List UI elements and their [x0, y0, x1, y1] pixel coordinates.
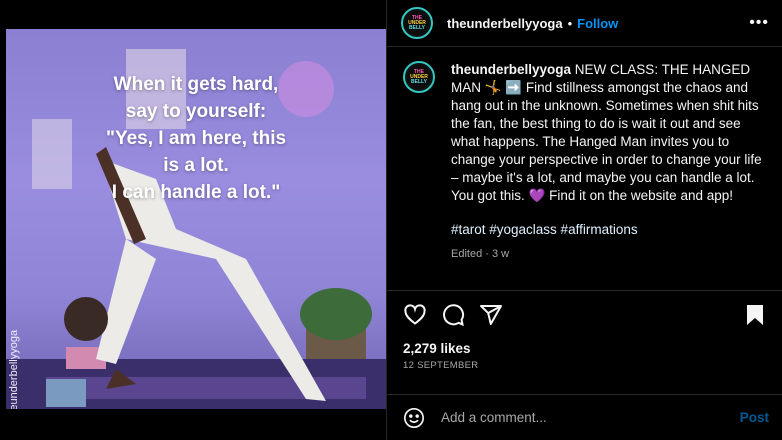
overlay-line: "Yes, I am here, this	[105, 128, 287, 149]
emoji-icon[interactable]	[401, 405, 427, 431]
comment-box: Post	[387, 394, 782, 440]
avatar-logo: THE UNDER BELLY	[407, 65, 431, 89]
avatar-text: BELLY	[409, 24, 425, 31]
caption-row: THE UNDER BELLY theunderbellyyoga NEW CL…	[403, 61, 767, 263]
avatar-text: BELLY	[411, 78, 427, 85]
watermark: @theunderbellyyoga	[8, 329, 20, 409]
post-media: When it gets hard, say to yourself: "Yes…	[0, 0, 386, 440]
caption-edited-time: Edited · 3 w	[451, 248, 510, 260]
overlay-line: say to yourself:	[125, 101, 267, 122]
comment-icon[interactable]	[439, 301, 467, 329]
more-icon[interactable]: •••	[749, 14, 769, 32]
caption-hashtags[interactable]: #tarot #yogaclass #affirmations	[451, 221, 763, 239]
caption-body: NEW CLASS: THE HANGED MAN 🤸 ➡️ Find stil…	[451, 62, 762, 203]
post-comment-button[interactable]: Post	[740, 410, 769, 425]
follow-button[interactable]: Follow	[577, 16, 618, 31]
post-header: THE UNDER BELLY theunderbellyyoga • Foll…	[387, 0, 782, 47]
caption-area: THE UNDER BELLY theunderbellyyoga NEW CL…	[387, 47, 782, 291]
overlay-quote: When it gets hard, say to yourself: "Yes…	[6, 71, 386, 206]
like-count[interactable]: 2,279 likes	[387, 341, 782, 356]
caption-text: theunderbellyyoga NEW CLASS: THE HANGED …	[451, 61, 763, 263]
separator-dot: •	[567, 15, 573, 31]
overlay-line: I can handle a lot."	[111, 182, 281, 203]
overlay-line: is a lot.	[163, 155, 229, 176]
username-link[interactable]: theunderbellyyoga	[447, 16, 563, 31]
avatar[interactable]: THE UNDER BELLY	[403, 61, 435, 93]
caption-username-link[interactable]: theunderbellyyoga	[451, 62, 571, 77]
overlay-line: When it gets hard,	[113, 74, 279, 95]
comment-input[interactable]	[439, 409, 740, 426]
heart-icon[interactable]	[401, 301, 429, 329]
bookmark-icon[interactable]	[741, 301, 769, 329]
post-photo[interactable]: When it gets hard, say to yourself: "Yes…	[6, 29, 386, 409]
avatar-logo: THE UNDER BELLY	[405, 11, 429, 35]
share-icon[interactable]	[477, 301, 505, 329]
action-bar	[387, 291, 782, 339]
post-sidebar: THE UNDER BELLY theunderbellyyoga • Foll…	[386, 0, 782, 440]
post-date[interactable]: 12 SEPTEMBER	[387, 356, 782, 371]
avatar[interactable]: THE UNDER BELLY	[401, 7, 433, 39]
